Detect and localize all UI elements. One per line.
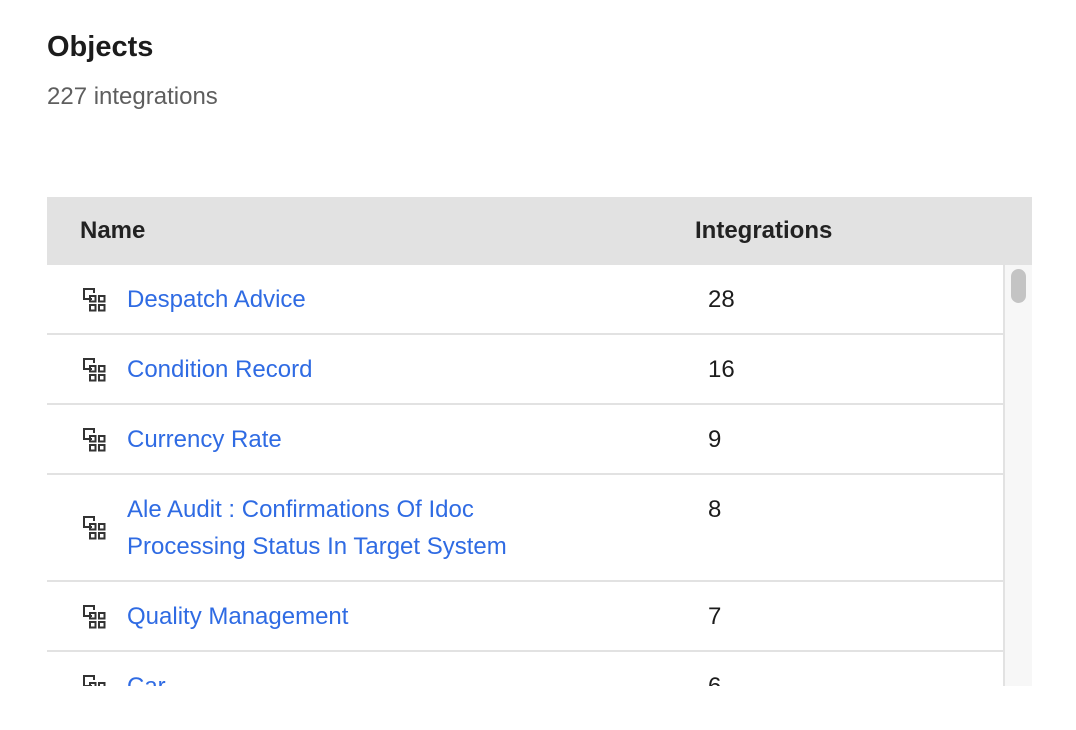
table-row: Currency Rate 9 [47,405,1003,475]
page-title: Objects [47,31,154,63]
table-row: Ale Audit : Confirmations Of Idoc Proces… [47,475,1003,582]
table-row: Car 6 [47,652,1003,686]
table-row: Despatch Advice 28 [47,265,1003,335]
integration-count: 227 integrations [47,83,218,110]
object-link[interactable]: Condition Record [127,351,587,388]
objects-table: Name Integrations Despatch Advice 28 Con… [47,197,1032,686]
integration-count-cell: 16 [708,356,735,383]
object-link[interactable]: Despatch Advice [127,281,587,318]
column-header-name[interactable]: Name [80,197,145,265]
integration-count-cell: 6 [708,668,721,686]
integration-count-cell: 7 [708,603,722,630]
object-link[interactable]: Car [127,668,587,686]
integration-count-cell: 28 [708,286,735,313]
object-link[interactable]: Ale Audit : Confirmations Of Idoc Proces… [127,491,587,565]
table-row: Quality Management 7 [47,582,1003,652]
object-icon [83,288,106,312]
scrollbar-track[interactable] [1003,265,1032,686]
table-header: Name Integrations [47,197,1032,265]
object-icon [83,675,106,686]
scrollbar-thumb[interactable] [1011,269,1026,303]
object-icon [83,358,106,382]
table-body[interactable]: Despatch Advice 28 Condition Record 16 C… [47,265,1003,686]
object-icon [83,428,106,452]
column-header-integrations[interactable]: Integrations [695,197,832,265]
object-icon [83,605,106,629]
object-link[interactable]: Currency Rate [127,421,587,458]
object-icon [83,516,106,540]
table-row: Condition Record 16 [47,335,1003,405]
integration-count-cell: 8 [708,496,722,523]
integration-count-cell: 9 [708,426,722,453]
object-link[interactable]: Quality Management [127,598,587,635]
